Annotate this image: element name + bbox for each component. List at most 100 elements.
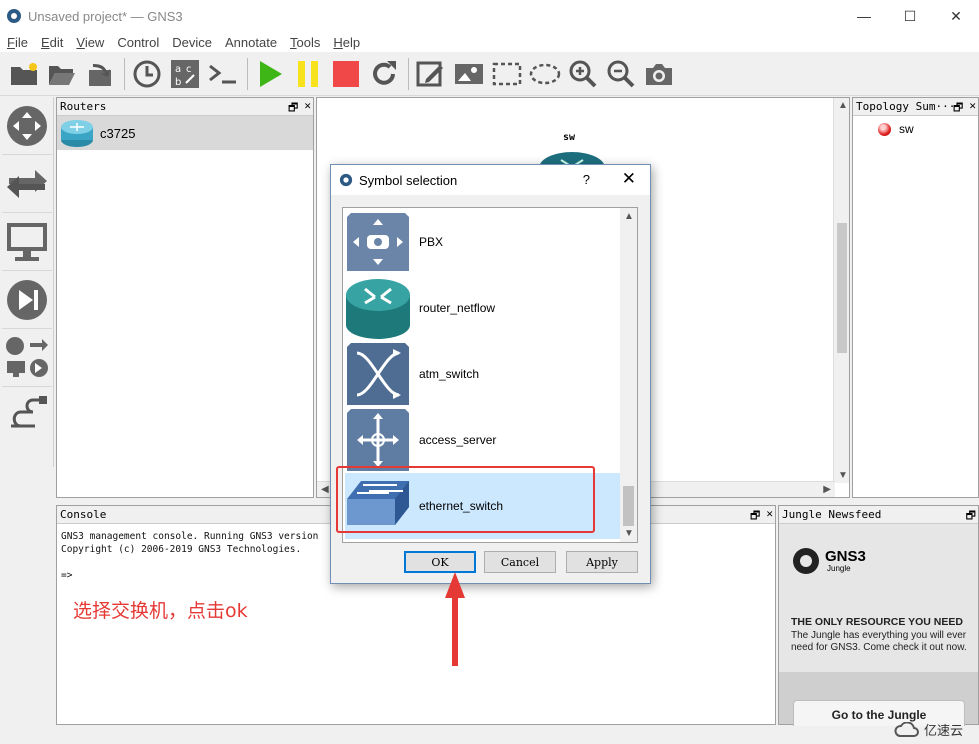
- close-dock-icon[interactable]: ✕: [969, 99, 976, 118]
- terminal-icon: [209, 64, 236, 83]
- save-icon: [89, 63, 111, 86]
- router-item-label: c3725: [100, 125, 136, 141]
- menu-edit[interactable]: Edit: [34, 35, 69, 50]
- scrollbar-thumb[interactable]: [837, 223, 847, 353]
- routers-dock: Routers 🗗 ✕ c3725: [56, 97, 314, 498]
- open-folder-icon: [49, 65, 75, 85]
- symbol-selection-dialog: Symbol selection ? ✕ PBX router_netflow …: [330, 164, 651, 584]
- jungle-dock-header: Jungle Newsfeed 🗗: [779, 506, 978, 524]
- reload-all-button[interactable]: [366, 56, 402, 92]
- topology-node-sw[interactable]: sw: [853, 116, 978, 136]
- console-dock-title: Console: [60, 508, 107, 521]
- gns3-app-icon: [339, 173, 353, 187]
- close-window-button[interactable]: ✕: [933, 0, 979, 32]
- canvas-vertical-scrollbar[interactable]: ▲ ▼: [833, 98, 849, 483]
- jungle-headline: THE ONLY RESOURCE YOU NEED: [791, 616, 963, 628]
- topology-node-label: sw: [899, 122, 914, 136]
- screenshot-button[interactable]: [641, 56, 677, 92]
- access-server-icon: [347, 409, 409, 471]
- toolbar-separator: [124, 57, 125, 90]
- canvas-node-label[interactable]: sw: [563, 132, 575, 143]
- undock-icon[interactable]: 🗗: [750, 507, 760, 526]
- gns3-app-icon: [7, 9, 21, 23]
- browse-all-devices-button[interactable]: [2, 329, 52, 387]
- router-item-c3725[interactable]: c3725: [57, 116, 313, 150]
- routers-dock-title: Routers: [60, 100, 107, 113]
- draw-ellipse-button[interactable]: [527, 56, 563, 92]
- menu-file[interactable]: File: [0, 35, 34, 50]
- jungle-description: The Jungle has everything you will ever …: [791, 630, 967, 653]
- menu-annotate[interactable]: Annotate: [218, 35, 283, 50]
- zoom-out-button[interactable]: [603, 56, 639, 92]
- reload-icon: [373, 60, 396, 85]
- clock-icon: [133, 60, 161, 87]
- browse-switches-button[interactable]: [2, 155, 52, 213]
- menu-help[interactable]: Help: [326, 35, 366, 50]
- camera-icon: [646, 63, 672, 85]
- jungle-newsfeed-dock: Jungle Newsfeed 🗗 GNS3 Jungle THE ONLY RE…: [778, 505, 979, 730]
- symbol-label: access_server: [419, 433, 497, 447]
- atm-switch-icon: [347, 343, 409, 405]
- all-devices-icon: [6, 336, 48, 377]
- picture-icon: [455, 63, 483, 84]
- open-project-button[interactable]: [44, 56, 80, 92]
- symbol-item-access-server[interactable]: access_server: [345, 407, 621, 473]
- menu-view[interactable]: View: [69, 35, 110, 50]
- watermark-text: 亿速云: [923, 723, 963, 738]
- symbol-item-atm-switch[interactable]: atm_switch: [345, 341, 621, 407]
- undock-icon[interactable]: 🗗: [288, 99, 298, 118]
- play-icon: [260, 60, 282, 87]
- symbol-list-scrollbar[interactable]: ▲ ▼: [620, 208, 637, 542]
- ok-button[interactable]: OK: [404, 551, 476, 573]
- menu-control[interactable]: Control: [110, 35, 165, 50]
- start-all-button[interactable]: [252, 56, 288, 92]
- toolbar-separator: [408, 57, 409, 90]
- pause-icon: [298, 60, 318, 87]
- snapshot-button[interactable]: [129, 56, 165, 92]
- browse-security-devices-button[interactable]: [2, 271, 52, 329]
- add-link-button[interactable]: [2, 387, 52, 445]
- minimize-button[interactable]: —: [841, 0, 887, 32]
- router-netflow-icon: [346, 279, 410, 339]
- play-next-icon: [7, 279, 47, 320]
- routers-dock-header: Routers 🗗 ✕: [57, 98, 313, 116]
- rectangle-icon: [492, 62, 522, 85]
- browse-routers-button[interactable]: [2, 97, 52, 155]
- dialog-close-button[interactable]: ✕: [622, 169, 636, 189]
- title-bar: Unsaved project* — GNS3 — ☐ ✕: [0, 0, 979, 32]
- topology-summary-dock: Topology Sum··· 🗗 ✕ sw: [852, 97, 979, 498]
- symbol-item-router-netflow[interactable]: router_netflow: [345, 275, 621, 341]
- draw-rectangle-button[interactable]: [489, 56, 525, 92]
- zoom-in-button[interactable]: [565, 56, 601, 92]
- toolbar: acb: [0, 52, 979, 96]
- svg-text:a: a: [175, 64, 181, 75]
- save-project-button[interactable]: [82, 56, 118, 92]
- apply-button[interactable]: Apply: [566, 551, 638, 573]
- browse-end-devices-button[interactable]: [2, 213, 52, 271]
- console-all-button[interactable]: [205, 56, 241, 92]
- c3725-router-icon: [61, 120, 93, 147]
- help-button[interactable]: ?: [583, 172, 590, 187]
- insert-picture-button[interactable]: [451, 56, 487, 92]
- annotation-text: 选择交换机，点击ok: [73, 600, 248, 622]
- symbol-item-pbx[interactable]: PBX: [345, 209, 621, 275]
- suspend-all-button[interactable]: [290, 56, 326, 92]
- stop-all-button[interactable]: [328, 56, 364, 92]
- menu-device[interactable]: Device: [165, 35, 218, 50]
- show-interface-labels-button[interactable]: acb: [167, 56, 203, 92]
- topology-dock-title: Topology Sum···: [856, 100, 956, 113]
- cancel-button[interactable]: Cancel: [484, 551, 556, 573]
- new-project-button[interactable]: [6, 56, 42, 92]
- close-dock-icon[interactable]: ✕: [766, 507, 773, 526]
- selection-highlight-annotation: [336, 466, 595, 533]
- undock-icon[interactable]: 🗗: [953, 99, 963, 118]
- scrollbar-thumb[interactable]: [623, 486, 634, 526]
- menu-tools[interactable]: Tools: [283, 35, 326, 50]
- maximize-button[interactable]: ☐: [887, 0, 933, 32]
- cable-icon: [11, 396, 47, 428]
- close-dock-icon[interactable]: ✕: [304, 99, 311, 118]
- toolbar-separator: [247, 57, 248, 90]
- zoom-out-icon: [607, 60, 635, 87]
- add-note-button[interactable]: [413, 56, 449, 92]
- pbx-icon: [347, 213, 409, 271]
